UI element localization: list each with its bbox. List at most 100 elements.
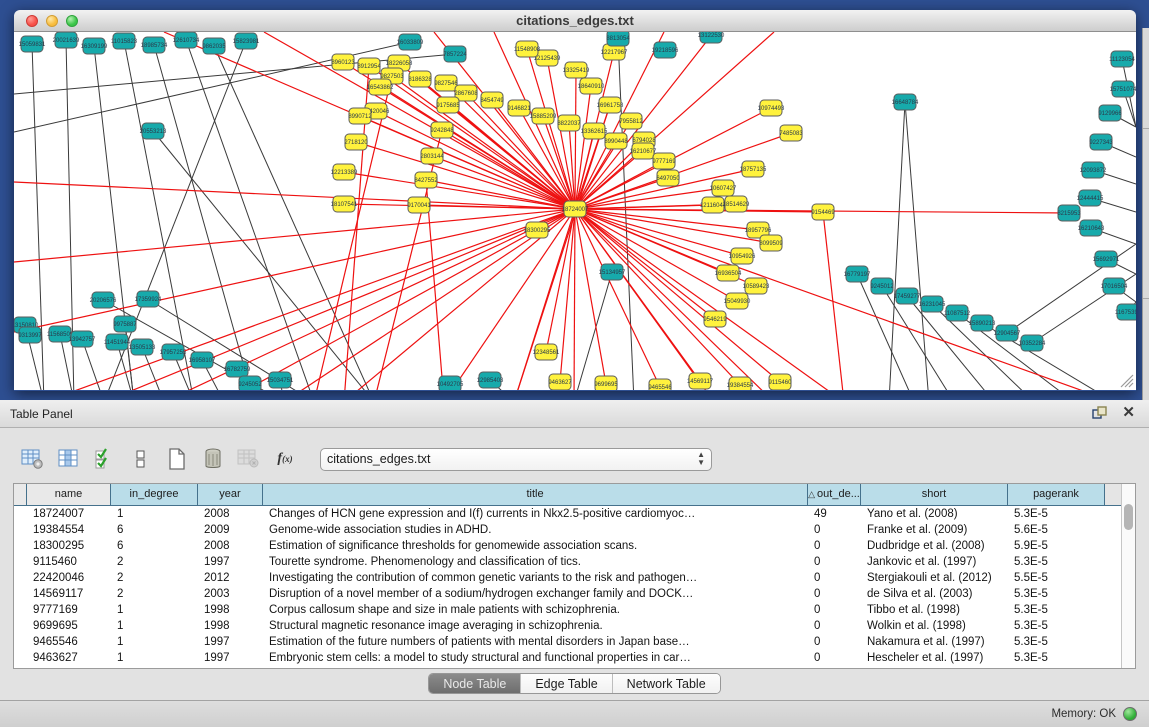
cell-in_degree[interactable]: 2 [111,570,198,586]
minimize-button[interactable] [46,15,58,27]
graph-node[interactable]: 10607427 [710,180,737,196]
graph-node[interactable]: 12093872 [1080,162,1107,178]
cell-pagerank[interactable]: 5.3E-5 [1008,618,1105,634]
column-header-name[interactable]: name [27,484,111,506]
graph-edge[interactable] [104,209,575,390]
cell-year[interactable]: 2009 [198,522,263,538]
new-table-icon[interactable] [162,445,192,473]
table-row[interactable]: 1830029562008Estimation of significance … [14,538,1135,554]
graph-node[interactable]: 18300295 [524,222,551,238]
tab-network-table[interactable]: Network Table [613,674,720,693]
cell-pagerank[interactable]: 5.3E-5 [1008,602,1105,618]
graph-edge[interactable] [575,209,714,390]
graph-edge[interactable] [356,142,575,209]
graph-node[interactable]: 9777169 [652,153,676,169]
cell-name[interactable]: 9465546 [27,634,111,650]
cell-pagerank[interactable]: 5.9E-5 [1008,538,1105,554]
cell-year[interactable]: 1997 [198,650,263,666]
graph-node[interactable]: 8990448 [604,133,628,149]
delete-table-icon[interactable] [198,445,228,473]
column-header-year[interactable]: year [198,484,263,506]
graph-edge[interactable] [214,46,374,390]
graph-edge[interactable] [186,40,314,390]
cell-name[interactable]: 9115460 [27,554,111,570]
graph-node[interactable]: 9242848 [430,122,454,138]
cell-out_de...[interactable]: 0 [808,570,861,586]
close-icon[interactable]: ✕ [1122,406,1135,420]
select-all-icon[interactable] [90,445,120,473]
column-header-out-de-[interactable]: △out_de... [808,484,861,506]
cell-short[interactable]: Tibbo et al. (1998) [861,602,1008,618]
cell-name[interactable]: 14569117 [27,586,111,602]
graph-node[interactable]: 13362615 [581,123,608,139]
cell-out_de...[interactable]: 0 [808,618,861,634]
cell-out_de...[interactable]: 0 [808,586,861,602]
cell-out_de...[interactable]: 0 [808,522,861,538]
graph-node[interactable]: 8960123 [331,54,355,70]
cell-title[interactable]: Investigating the contribution of common… [263,570,808,586]
graph-node[interactable]: 8099509 [759,235,783,251]
graph-node[interactable]: 8813054 [606,32,630,46]
cell-short[interactable]: Yano et al. (2008) [861,506,1008,522]
graph-node[interactable]: 11675390 [1115,304,1136,320]
graph-node[interactable]: 9115460 [769,374,793,390]
graph-node[interactable]: 8990712 [348,108,372,124]
graph-node[interactable]: 18107541 [331,196,358,212]
cell-short[interactable]: Dudbridge et al. (2008) [861,538,1008,554]
graph-node[interactable]: 13942757 [69,331,96,347]
graph-node[interactable]: 17016504 [1101,278,1128,294]
graph-node[interactable]: 16936504 [715,265,742,281]
graph-node[interactable]: 8186328 [408,71,432,87]
graph-node[interactable]: 7485083 [779,125,803,141]
graph-node[interactable]: 6497050 [656,170,680,186]
graph-node[interactable]: 10954926 [729,248,756,264]
graph-node[interactable]: 9546219 [703,311,727,327]
graph-node[interactable]: 17459277 [894,288,921,304]
cell-pagerank[interactable]: 5.5E-5 [1008,570,1105,586]
cell-name[interactable]: 18724007 [27,506,111,522]
graph-edge[interactable] [14,209,575,262]
column-header-short[interactable]: short [861,484,1008,506]
cell-short[interactable]: Wolkin et al. (1998) [861,618,1008,634]
cell-title[interactable]: Genome-wide association studies in ADHD. [263,522,808,538]
graph-node[interactable]: 19384554 [727,377,754,390]
graph-node[interactable]: 20553213 [140,123,167,139]
row-height-icon[interactable] [126,445,156,473]
table-row[interactable]: 1456911722003Disruption of a novel membe… [14,586,1135,602]
cell-short[interactable]: Jankovic et al. (1997) [861,554,1008,570]
cell-pagerank[interactable]: 5.3E-5 [1008,634,1105,650]
scrollbar-thumb[interactable] [1124,504,1133,530]
cell-title[interactable]: Disruption of a novel member of a sodium… [263,586,808,602]
cell-short[interactable]: Franke et al. (2009) [861,522,1008,538]
graph-node[interactable]: 8215953 [1057,205,1081,221]
cell-pagerank[interactable]: 5.6E-5 [1008,522,1105,538]
graph-edge[interactable] [889,102,905,390]
graph-node[interactable]: 12213389 [331,164,358,180]
graph-edge[interactable] [905,102,929,390]
graph-node[interactable]: 15059831 [19,36,46,52]
graph-node[interactable]: 10352284 [1019,335,1046,351]
graph-node[interactable]: 8822037 [557,115,581,131]
citation-network-graph[interactable]: 1872400789601238912954182260589827503165… [14,32,1136,390]
cell-title[interactable]: Structural magnetic resonance image aver… [263,618,808,634]
graph-edge[interactable] [448,105,575,209]
cell-pagerank[interactable]: 5.3E-5 [1008,586,1105,602]
cell-out_de...[interactable]: 0 [808,538,861,554]
table-row[interactable]: 969969511998Structural magnetic resonanc… [14,618,1135,634]
graph-node[interactable]: 19218596 [652,42,679,58]
graph-edge[interactable] [374,130,442,390]
graph-node[interactable]: 11123054 [1109,51,1135,67]
cell-out_de...[interactable]: 0 [808,554,861,570]
graph-node[interactable]: 8427552 [414,172,438,188]
cell-in_degree[interactable]: 1 [111,618,198,634]
graph-node[interactable]: 9154469 [811,204,835,220]
graph-edge[interactable] [575,209,715,319]
graph-node[interactable]: 14569117 [687,373,714,389]
cell-in_degree[interactable]: 6 [111,522,198,538]
column-header-title[interactable]: title [263,484,808,506]
graph-node[interactable]: 20021639 [53,32,80,48]
table-row[interactable]: 2242004622012Investigating the contribut… [14,570,1135,586]
table-row[interactable]: 1872400712008Changes of HCN gene express… [14,506,1135,522]
graph-node[interactable]: 9129966 [1098,105,1122,121]
graph-node[interactable]: 7857224 [443,46,467,62]
